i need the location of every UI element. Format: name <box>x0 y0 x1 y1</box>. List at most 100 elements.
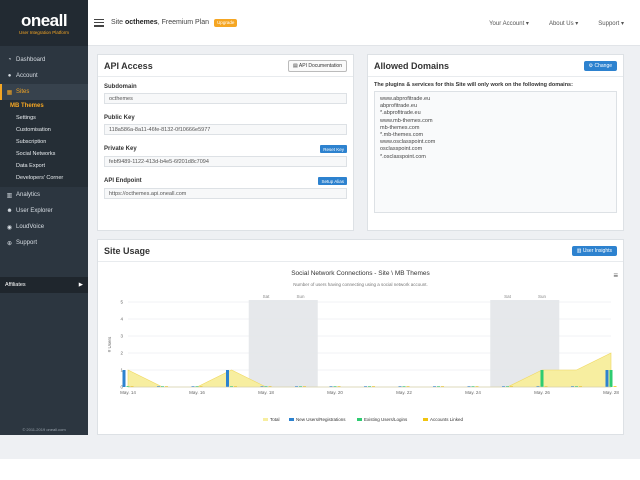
sidebar-item-label: LoudVoice <box>16 224 45 230</box>
hamburger-menu-icon[interactable] <box>94 18 104 27</box>
panel-header: Allowed Domains ⚙ Change <box>368 55 623 77</box>
x-tick-label: May. 26 <box>534 390 550 395</box>
y-tick-label: 4 <box>120 317 123 322</box>
user-icon: ● <box>7 73 12 79</box>
logo[interactable]: oneall User Integration Platform <box>0 0 88 46</box>
submenu-social-networks[interactable]: Social Networks <box>0 148 88 160</box>
sidebar-item-analytics[interactable]: ▥ Analytics <box>0 187 88 203</box>
sidebar-item-affiliates[interactable]: Affiliates ▶ <box>0 277 88 293</box>
nav-support[interactable]: Support ▾ <box>598 20 624 27</box>
sidebar: oneall User Integration Platform ◔ Dashb… <box>0 0 88 435</box>
affiliates-label: Affiliates <box>5 282 26 288</box>
reset-key-button[interactable]: Reset Key <box>320 145 347 153</box>
gear-icon: ⚙ <box>588 62 594 69</box>
bar-new-users-registrations <box>122 370 126 387</box>
sidebar-item-label: Account <box>16 73 38 79</box>
site-name: octhemes <box>125 19 158 26</box>
nav-about-us[interactable]: About Us ▾ <box>549 20 578 27</box>
nav-your-account[interactable]: Your Account ▾ <box>489 20 529 27</box>
y-tick-label: 5 <box>120 300 123 305</box>
sidebar-nav: ◔ Dashboard ● Account ▦ Sites MB Themes … <box>0 46 88 251</box>
submenu-subscription[interactable]: Subscription <box>0 136 88 148</box>
sidebar-item-sites[interactable]: ▦ Sites <box>0 84 88 100</box>
domain-entry: osclasspoint.com <box>380 146 423 153</box>
chart-subtitle: Number of users having connecting using … <box>293 282 428 287</box>
api-documentation-button[interactable]: ▤ API Documentation <box>288 59 347 72</box>
weekend-label: Sun <box>538 294 547 299</box>
public-key-field[interactable]: 118a586a-8a11-46fe-8132-0f10666e5977 <box>104 124 347 135</box>
user-insights-button[interactable]: ▥ User Insights <box>571 245 617 256</box>
sidebar-item-loudvoice[interactable]: ◉ LoudVoice <box>0 219 88 235</box>
weekend-label: Sun <box>296 294 305 299</box>
top-nav: Your Account ▾ About Us ▾ Support ▾ <box>469 0 624 46</box>
sidebar-item-label: Analytics <box>16 192 41 198</box>
sidebar-item-support[interactable]: ⊕ Support <box>0 235 88 251</box>
comment-icon: ◉ <box>6 224 13 231</box>
brand-name: oneall <box>20 10 68 30</box>
site-usage-panel: Site Usage ▥ User Insights Social Networ… <box>97 239 624 435</box>
sidebar-item-dashboard[interactable]: ◔ Dashboard <box>0 52 88 68</box>
upgrade-badge[interactable]: Upgrade <box>214 18 238 27</box>
sidebar-item-label: Sites <box>16 89 30 95</box>
chevron-right-icon: ▶ <box>78 282 83 288</box>
grid-icon: ▦ <box>6 89 13 96</box>
subdomain-field[interactable]: octhemes <box>104 93 347 104</box>
submenu-customisation[interactable]: Customisation <box>0 124 88 136</box>
page-title: Site octhemes, Freemium Plan <box>111 19 209 26</box>
allowed-domains-panel: Allowed Domains ⚙ Change The plugins & s… <box>367 54 624 231</box>
x-tick-label: May. 22 <box>396 390 412 395</box>
copyright: © 2011-2019 oneall.com <box>22 427 66 432</box>
legend-swatch <box>289 418 294 421</box>
chart-title: Social Network Connections - Site \ MB T… <box>291 270 430 277</box>
domain-entry: www.mb-themes.com <box>380 117 433 124</box>
y-tick-label: 2 <box>120 351 123 356</box>
bar-new-users-registrations <box>226 370 229 387</box>
domain-entry: *.osclasspoint.com <box>380 153 426 160</box>
dashboard-icon: ◔ <box>7 57 12 63</box>
current-site-title[interactable]: MB Themes <box>0 100 88 112</box>
submenu-developers-corner[interactable]: Developers' Corner <box>0 172 88 184</box>
domain-entry: *.mb-themes.com <box>380 132 424 139</box>
button-label: User Insights <box>582 247 612 254</box>
endpoint-row: API Endpoint Setup Alias <box>98 177 347 185</box>
private-key-field[interactable]: febf9489-1122-413d-b4e5-6f201d8c7094 <box>104 156 347 167</box>
panel-title: API Access <box>104 60 153 71</box>
sidebar-item-account[interactable]: ● Account <box>0 68 88 84</box>
legend-swatch <box>263 418 268 421</box>
panel-title: Site Usage <box>104 245 151 256</box>
api-endpoint-field[interactable]: https://octhemes.api.oneall.com <box>104 188 347 199</box>
x-tick-label: May. 18 <box>258 390 274 395</box>
subdomain-label: Subdomain <box>104 84 137 90</box>
api-endpoint-label: API Endpoint <box>104 178 142 184</box>
public-key-label: Public Key <box>104 115 135 121</box>
chart-icon: ▥ <box>6 192 13 199</box>
change-domains-button[interactable]: ⚙ Change <box>583 60 617 71</box>
domains-textarea[interactable]: www.abprofitrade.eu abprofitrade.eu *.ab… <box>374 91 617 213</box>
sidebar-item-user-explorer[interactable]: ☻ User Explorer <box>0 203 88 219</box>
x-tick-label: May. 16 <box>189 390 205 395</box>
bar-accounts-linked <box>613 386 617 387</box>
brand-tagline: User Integration Platform <box>18 29 70 35</box>
chart-menu-icon[interactable]: ≡ <box>613 271 618 280</box>
y-axis-label: # Users <box>107 336 112 352</box>
page-footer-gap <box>0 435 640 459</box>
submenu-data-export[interactable]: Data Export <box>0 160 88 172</box>
domain-entry: *.abprofitrade.eu <box>380 110 421 117</box>
sites-submenu: MB Themes Settings Customisation Subscri… <box>0 100 88 187</box>
button-label: API Documentation <box>298 62 342 69</box>
domain-entry: www.abprofitrade.eu <box>380 96 431 102</box>
support-icon: ⊕ <box>6 240 13 247</box>
x-tick-label: May. 20 <box>327 390 343 395</box>
domains-intro: The plugins & services for this Site wil… <box>374 82 573 88</box>
api-access-panel: API Access ▤ API Documentation Subdomain… <box>97 54 354 231</box>
sidebar-item-label: User Explorer <box>16 208 53 214</box>
bar-existing-users-logins <box>540 370 544 387</box>
panel-title: Allowed Domains <box>374 60 450 71</box>
sidebar-item-label: Dashboard <box>16 57 46 63</box>
legend-swatch <box>357 418 362 421</box>
legend-label: Existing Users/Logins <box>364 417 408 422</box>
bar-existing-users-logins <box>609 370 613 387</box>
submenu-settings[interactable]: Settings <box>0 112 88 124</box>
document-icon: ▤ <box>293 62 298 69</box>
setup-alias-button[interactable]: Setup Alias <box>318 177 347 185</box>
